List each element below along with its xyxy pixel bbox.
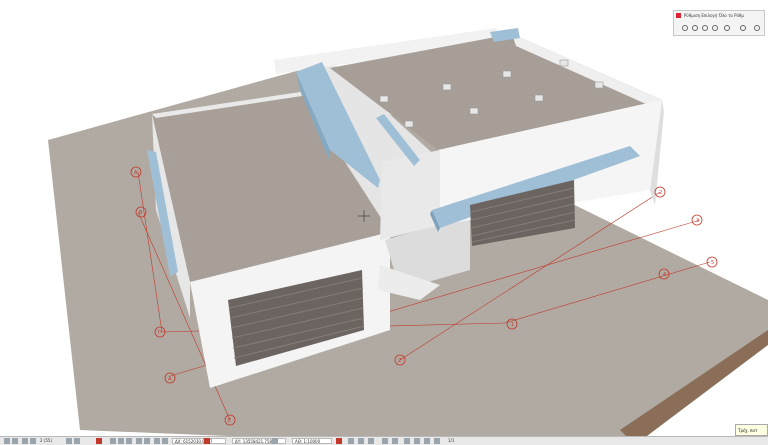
snap-icon[interactable] — [154, 438, 160, 444]
model-icon[interactable] — [126, 438, 132, 444]
cut-icon[interactable] — [368, 438, 374, 444]
guide-icon[interactable] — [162, 438, 168, 444]
pan-icon[interactable] — [692, 25, 698, 31]
check-icon[interactable] — [434, 438, 440, 444]
grid-toggle-icon[interactable] — [348, 438, 354, 444]
status-bar: 2 (55) ΔΧ: 6152030.9077 ΔΥ: 13558421.758… — [0, 436, 768, 445]
fit-window-icon[interactable] — [66, 438, 72, 444]
coord-x-field[interactable]: ΔΧ: 6152030.9077 — [172, 438, 226, 444]
grid-label: Ε — [228, 418, 231, 424]
orbit-icon[interactable] — [682, 25, 688, 31]
arrow-right-icon[interactable] — [144, 438, 150, 444]
building-3d-model[interactable]: Α Β Γ Δ Ε Ζ 1 2 3 4 5 — [0, 0, 768, 436]
measure-icon[interactable] — [272, 438, 278, 444]
eye-icon[interactable] — [358, 438, 364, 444]
zoom-out-icon[interactable] — [30, 438, 36, 444]
page-indicator: 1/1 — [448, 438, 455, 443]
pen-icon[interactable] — [118, 438, 124, 444]
3d-viewport[interactable]: Α Β Γ Δ Ε Ζ 1 2 3 4 5 Ρύθμιση Επιλογή Όλ… — [0, 0, 768, 436]
render-icon[interactable] — [404, 438, 410, 444]
grid-label: Δ — [168, 376, 172, 382]
zoom-in-icon[interactable] — [22, 438, 28, 444]
options-icon[interactable] — [754, 25, 760, 31]
grid-label: 4 — [663, 272, 666, 278]
mini-panel-title: Ρύθμιση Επιλογή Όλο το Ρύθμ — [684, 13, 744, 18]
lock-icon[interactable] — [204, 438, 210, 444]
arrow-left-icon[interactable] — [136, 438, 142, 444]
navigator-mini-panel[interactable]: Ρύθμιση Επιλογή Όλο το Ρύθμ — [673, 10, 765, 36]
grid-label: 2 — [659, 190, 662, 196]
grid-label: Ζ — [398, 358, 402, 364]
close-icon[interactable] — [676, 13, 681, 18]
grid-label: 5 — [711, 260, 714, 266]
tooltip: Τρέχ. πατ — [735, 424, 768, 436]
grid-label: 3 — [696, 218, 699, 224]
grid-label: Α — [134, 170, 138, 176]
view-icon[interactable] — [724, 25, 730, 31]
undo-icon[interactable] — [4, 438, 10, 444]
settings-icon[interactable] — [740, 25, 746, 31]
upper-left-side-wall — [380, 150, 440, 240]
layer-icon[interactable] — [110, 438, 116, 444]
zoom-level[interactable]: 2 (55) — [40, 438, 52, 444]
grid-label: Γ — [158, 330, 161, 336]
grid-label: Β — [139, 210, 143, 216]
layer-combo-icon[interactable] — [382, 438, 388, 444]
pen-set-icon[interactable] — [392, 438, 398, 444]
zoom-icon[interactable] — [702, 25, 708, 31]
fit-icon[interactable] — [712, 25, 718, 31]
prev-view-icon[interactable] — [74, 438, 80, 444]
structure-icon[interactable] — [414, 438, 420, 444]
display-icon[interactable] — [424, 438, 430, 444]
redo-icon[interactable] — [12, 438, 18, 444]
pin-icon[interactable] — [336, 438, 342, 444]
angle-field[interactable]: ΑΘ: 1:10000 — [292, 438, 332, 444]
grid-label: 1 — [511, 322, 514, 328]
stop-icon[interactable] — [96, 438, 102, 444]
